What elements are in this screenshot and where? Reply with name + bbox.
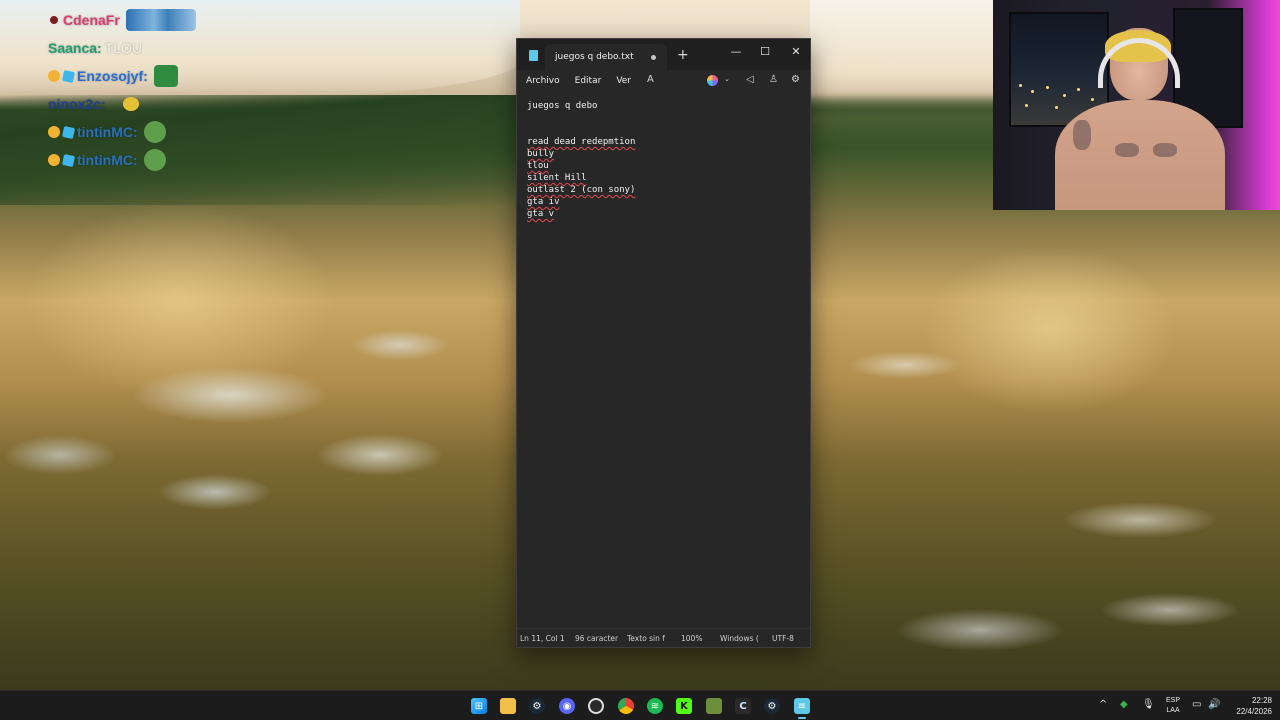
active-app-indicator [798,717,806,719]
menu-editar[interactable]: Editar [575,76,602,86]
cursor-position: Ln 11, Col 1 [520,633,565,643]
text-line[interactable]: bully [527,148,800,160]
volume-icon[interactable]: 🔊 [1208,699,1220,710]
copilot-icon[interactable] [707,75,718,86]
badge-icon [48,14,60,26]
spotify-icon[interactable]: ≋ [647,698,663,714]
maximize-button[interactable]: ☐ [757,45,773,58]
chat-message: tintinMC: [48,146,228,174]
notepad-icon[interactable]: ≡ [794,698,810,714]
discord-icon[interactable]: ◉ [559,698,575,714]
character-count: 96 caracter [575,633,619,643]
chevron-down-icon[interactable]: ⌄ [724,75,730,83]
chat-username: CdenaFr [63,12,120,28]
chat-message: Saanca: TLOU [48,34,228,62]
line-ending-status[interactable]: Windows ( [720,634,772,643]
text-line[interactable]: read dead redepmtion [527,136,800,148]
webcam-overlay [993,0,1280,210]
zoom-level[interactable]: 100% [681,634,720,643]
chat-message: Enzosojyf: [48,62,228,90]
text-line[interactable]: juegos q debo [527,100,800,112]
menu-ver[interactable]: Ver [616,76,631,86]
diamond-badge-icon [61,153,76,167]
clock[interactable]: 22:28 22/4/2026 [1228,695,1272,717]
text-format-icon[interactable]: A [647,74,654,85]
start-icon[interactable]: ⊞ [471,698,487,714]
pepe-emote-icon [122,97,139,111]
emoji-badge-icon [48,154,60,166]
text-editor[interactable]: juegos q debo read dead redepmtion bully… [517,92,810,628]
text-line[interactable]: gta v [527,208,800,220]
title-bar[interactable]: juegos q debo.txt + — ☐ ✕ [517,39,810,70]
notepad-app-icon [529,50,538,61]
minimize-button[interactable]: — [728,45,744,58]
new-tab-button[interactable]: + [677,47,689,63]
pepe-emote-icon [143,149,166,171]
chat-message: CdenaFr [48,6,228,34]
text-line[interactable] [527,124,800,136]
chat-username: Saanca: [48,40,102,56]
text-line[interactable] [527,112,800,124]
menu-bar: Archivo Editar Ver A ⌄ ◁ ♙ ⚙ [517,70,810,92]
chat-message: ninox2c: [48,90,228,118]
language-indicator[interactable]: ESP LAA [1166,696,1180,716]
minecraft-icon[interactable] [706,698,722,714]
chat-username: tintinMC: [77,152,138,168]
tab-title: juegos q debo.txt [555,52,634,62]
status-bar: Ln 11, Col 1 96 caracter Texto sin f 100… [517,628,810,647]
frog-emote-icon [153,65,178,87]
text-line[interactable]: tlou [527,160,800,172]
diamond-badge-icon [61,69,76,83]
announcement-icon[interactable]: ◁ [746,74,754,85]
steam-alt-icon[interactable]: ⚙ [764,698,780,714]
ccleaner-icon[interactable]: C [735,698,751,714]
text-format-status[interactable]: Texto sin f [627,634,681,643]
chat-message: tintinMC: [48,118,228,146]
menu-archivo[interactable]: Archivo [526,76,560,86]
file-explorer-icon[interactable] [500,698,516,714]
unsaved-dot-icon[interactable] [651,55,656,60]
microphone-icon[interactable]: 🎙 [1142,699,1155,710]
streamer-body [1055,100,1225,210]
notepad-window[interactable]: juegos q debo.txt + — ☐ ✕ Archivo Editar… [516,38,811,648]
security-icon[interactable]: ◆ [1120,699,1128,710]
gear-icon[interactable]: ⚙ [791,74,800,85]
show-hidden-icons-chevron-icon[interactable]: ^ [1099,699,1107,710]
text-line[interactable]: outlast 2 (con sony) [527,184,800,196]
encoding-status[interactable]: UTF-8 [772,634,808,643]
kick-icon[interactable]: K [676,698,692,714]
chat-username: ninox2c: [48,96,106,112]
steam-icon[interactable]: ⚙ [529,698,545,714]
user-icon[interactable]: ♙ [769,74,778,85]
obs-icon[interactable] [588,698,604,714]
taskbar: ⊞ ⚙ ◉ ≋ K C ⚙ ≡ ^ ◆ 🎙 ESP LAA ▭ 🔊 22:28 … [0,690,1280,720]
chat-username: Enzosojyf: [77,68,148,84]
tab-juegos-q-debo[interactable]: juegos q debo.txt [545,44,667,70]
pepe-emote-icon [143,121,166,143]
text-line[interactable]: gta iv [527,196,800,208]
text-line[interactable]: silent Hill [527,172,800,184]
diamond-badge-icon [61,125,76,139]
network-icon[interactable]: ▭ [1192,699,1201,710]
emoji-badge-icon [48,126,60,138]
chat-text: TLOU [104,40,143,56]
chrome-icon[interactable] [618,698,634,714]
chat-username: tintinMC: [77,124,138,140]
emoji-badge-icon [48,70,60,82]
stream-chat-overlay: CdenaFr Saanca: TLOU Enzosojyf: ninox2c:… [48,6,228,174]
close-button[interactable]: ✕ [788,45,804,58]
car-emote-icon [125,9,196,31]
